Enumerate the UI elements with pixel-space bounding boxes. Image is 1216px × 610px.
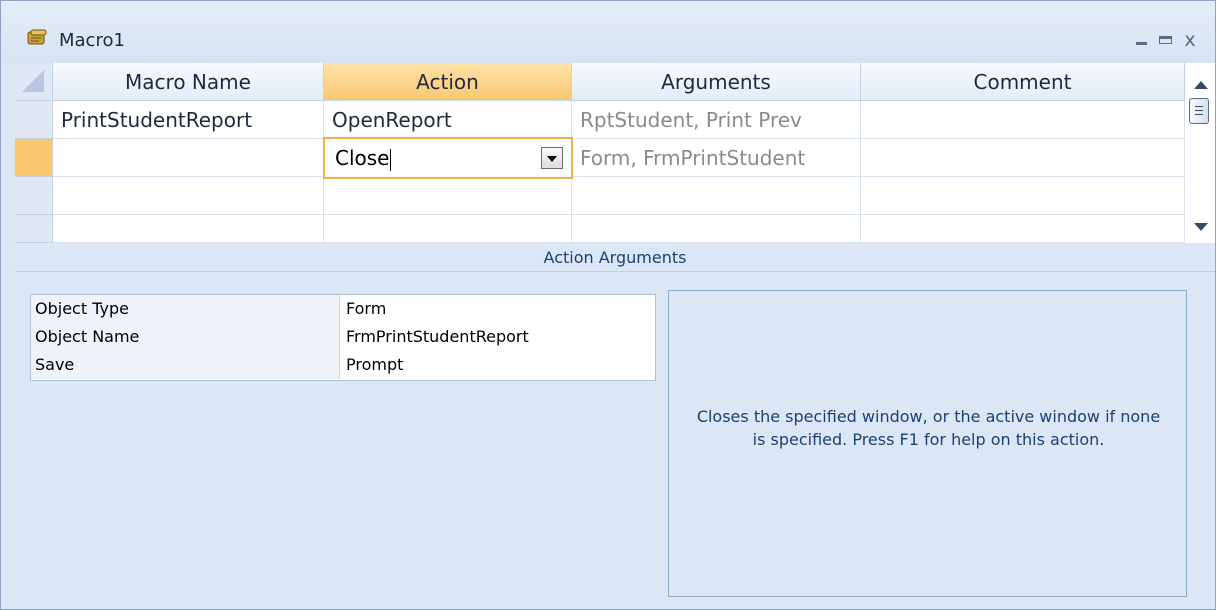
maximize-icon — [1159, 36, 1172, 44]
title-bar: Macro1 x — [1, 1, 1215, 63]
maximize-button[interactable] — [1153, 29, 1177, 51]
property-row-save[interactable]: Save Prompt — [31, 351, 655, 379]
cell-arguments — [572, 177, 861, 215]
action-arguments-table: Object Type Form Object Name FrmPrintStu… — [30, 294, 656, 381]
property-row-object-name[interactable]: Object Name FrmPrintStudentReport — [31, 323, 655, 351]
help-panel: Closes the specified window, or the acti… — [668, 290, 1187, 597]
cell-arguments: Form, FrmPrintStudent — [572, 139, 861, 177]
row-selector-current[interactable] — [15, 139, 53, 177]
cell-arguments — [572, 215, 861, 243]
scroll-down-icon[interactable] — [1194, 223, 1208, 231]
minimize-button[interactable] — [1129, 29, 1153, 51]
select-all-icon — [22, 70, 44, 92]
cell-comment[interactable] — [861, 177, 1185, 215]
macro-grid: Macro Name Action Arguments Comment Prin… — [15, 63, 1215, 243]
action-combo-value[interactable]: Close — [335, 146, 392, 171]
action-arguments-heading: Action Arguments — [15, 244, 1215, 272]
row-selector[interactable] — [15, 215, 53, 243]
cell-action[interactable]: OpenReport — [324, 101, 572, 139]
property-label: Object Name — [31, 323, 340, 351]
macro-scroll-icon — [27, 29, 47, 45]
action-dropdown-button[interactable] — [541, 147, 563, 169]
chevron-down-icon — [547, 156, 557, 162]
cell-arguments: RptStudent, Print Prev — [572, 101, 861, 139]
minimize-icon — [1136, 42, 1147, 45]
cell-macro-name[interactable]: PrintStudentReport — [53, 101, 324, 139]
column-header-macro-name[interactable]: Macro Name — [53, 63, 324, 101]
property-row-object-type[interactable]: Object Type Form — [31, 295, 655, 323]
macro-window: Macro1 x Macro Name Action Arguments Com… — [0, 0, 1216, 610]
property-label: Save — [31, 351, 340, 379]
action-combo-box[interactable]: Close — [323, 137, 573, 179]
vertical-scrollbar[interactable] — [1185, 63, 1215, 243]
cell-comment[interactable] — [861, 215, 1185, 243]
scroll-thumb[interactable] — [1189, 98, 1209, 124]
cell-comment[interactable] — [861, 101, 1185, 139]
cell-macro-name[interactable] — [53, 139, 324, 177]
property-value[interactable]: FrmPrintStudentReport — [340, 323, 655, 351]
property-value[interactable]: Prompt — [340, 351, 655, 379]
grip-line — [1195, 110, 1203, 111]
text-caret — [390, 148, 392, 171]
scroll-up-icon[interactable] — [1194, 81, 1208, 89]
cell-macro-name[interactable] — [53, 215, 324, 243]
row-selector[interactable] — [15, 177, 53, 215]
column-header-arguments[interactable]: Arguments — [572, 63, 861, 101]
select-all-corner[interactable] — [15, 63, 53, 101]
property-value[interactable]: Form — [340, 295, 655, 323]
cell-action[interactable] — [324, 177, 572, 215]
grip-line — [1195, 114, 1203, 115]
window-title: Macro1 — [59, 30, 125, 51]
close-button[interactable]: x — [1178, 29, 1202, 51]
property-label: Object Type — [31, 295, 340, 323]
help-text: Closes the specified window, or the acti… — [696, 407, 1161, 449]
cell-comment[interactable] — [861, 139, 1185, 177]
cell-macro-name[interactable] — [53, 177, 324, 215]
grip-line — [1195, 106, 1203, 107]
cell-action[interactable] — [324, 215, 572, 243]
row-selector[interactable] — [15, 101, 53, 139]
column-header-action[interactable]: Action — [324, 63, 572, 101]
column-header-comment[interactable]: Comment — [861, 63, 1185, 101]
